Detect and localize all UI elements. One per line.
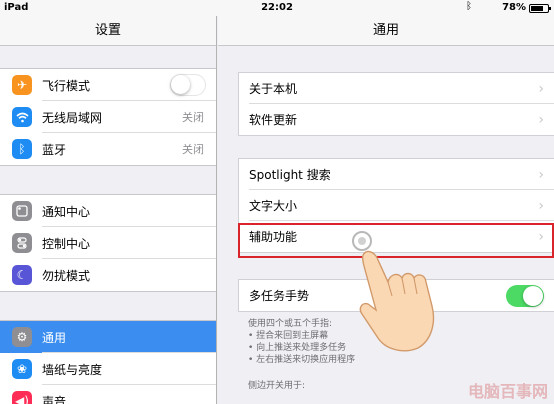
- wifi-status: 关闭: [182, 111, 204, 124]
- sidebar-item-do-not-disturb[interactable]: ☾ 勿扰模式: [0, 259, 216, 291]
- chevron-right-icon: ›: [538, 111, 544, 128]
- row-label: 关于本机: [249, 82, 298, 96]
- spotlight-search-row[interactable]: Spotlight 搜索 ›: [239, 159, 554, 190]
- general-group-about: 关于本机 › 软件更新 ›: [238, 72, 554, 136]
- sidebar-item-label: 勿扰模式: [42, 268, 91, 283]
- gear-icon: ⚙: [12, 327, 32, 347]
- airplane-icon: ✈: [12, 75, 32, 95]
- settings-group-notifications: 通知中心 控制中心 ☾ 勿扰模式: [0, 194, 216, 292]
- settings-sidebar: 设置 ✈ 飞行模式 无线局域网 关闭 ᛒ 蓝牙 关闭 通知中心 控制中心 ☾ 勿…: [0, 16, 217, 404]
- sidebar-item-label: 无线局域网: [42, 110, 103, 125]
- sidebar-item-label: 通知中心: [42, 204, 91, 219]
- sidebar-item-sounds[interactable]: ◀) 声音: [0, 385, 216, 404]
- text-size-row[interactable]: 文字大小 ›: [239, 190, 554, 221]
- sidebar-item-bluetooth[interactable]: ᛒ 蓝牙 关闭: [0, 133, 216, 165]
- side-switch-header: 侧边开关用于:: [248, 381, 306, 391]
- sidebar-item-label: 声音: [42, 394, 67, 404]
- row-label: 软件更新: [249, 113, 298, 127]
- moon-icon: ☾: [12, 265, 32, 285]
- bluetooth-icon: ᛒ: [12, 139, 32, 159]
- software-update-row[interactable]: 软件更新 ›: [239, 104, 554, 135]
- sidebar-item-wifi[interactable]: 无线局域网 关闭: [0, 101, 216, 133]
- chevron-right-icon: ›: [538, 80, 544, 97]
- sidebar-item-general[interactable]: ⚙ 通用: [0, 321, 216, 353]
- footer-line: • 左右推送来切换应用程序: [248, 355, 356, 365]
- settings-group-general: ⚙ 通用 ❀ 墙纸与亮度 ◀) 声音: [0, 320, 216, 404]
- battery-icon: [529, 4, 551, 13]
- sidebar-item-label: 控制中心: [42, 236, 91, 251]
- wallpaper-icon: ❀: [12, 359, 32, 379]
- battery-percent: 78%: [502, 2, 526, 13]
- row-label: Spotlight 搜索: [249, 168, 331, 182]
- sound-icon: ◀): [12, 391, 32, 404]
- sidebar-item-label: 通用: [42, 330, 67, 345]
- row-label: 文字大小: [249, 199, 298, 213]
- wifi-icon: [12, 107, 32, 127]
- sidebar-title: 设置: [0, 16, 216, 46]
- airplane-mode-toggle[interactable]: [170, 74, 206, 96]
- watermark: 电脑百事网: [467, 382, 548, 401]
- status-bar: iPad 22:02 ᛒ 78%: [0, 0, 554, 16]
- bluetooth-icon: ᛒ: [466, 1, 472, 12]
- sidebar-item-wallpaper-brightness[interactable]: ❀ 墙纸与亮度: [0, 353, 216, 385]
- notification-center-icon: [12, 201, 32, 221]
- sidebar-item-notification-center[interactable]: 通知中心: [0, 195, 216, 227]
- multitasking-gestures-toggle[interactable]: [506, 284, 544, 307]
- sidebar-item-control-center[interactable]: 控制中心: [0, 227, 216, 259]
- bluetooth-status: 关闭: [182, 143, 204, 156]
- page-title: 通用: [218, 16, 554, 46]
- sidebar-item-airplane-mode[interactable]: ✈ 飞行模式: [0, 69, 216, 101]
- pointing-hand-icon: [352, 231, 435, 352]
- chevron-right-icon: ›: [538, 197, 544, 214]
- control-center-icon: [12, 233, 32, 253]
- settings-group-connectivity: ✈ 飞行模式 无线局域网 关闭 ᛒ 蓝牙 关闭: [0, 68, 216, 166]
- sidebar-item-label: 飞行模式: [42, 78, 91, 93]
- about-row[interactable]: 关于本机 ›: [239, 73, 554, 104]
- chevron-right-icon: ›: [538, 166, 544, 183]
- sidebar-item-label: 墙纸与亮度: [42, 362, 103, 377]
- sidebar-item-label: 蓝牙: [42, 142, 67, 157]
